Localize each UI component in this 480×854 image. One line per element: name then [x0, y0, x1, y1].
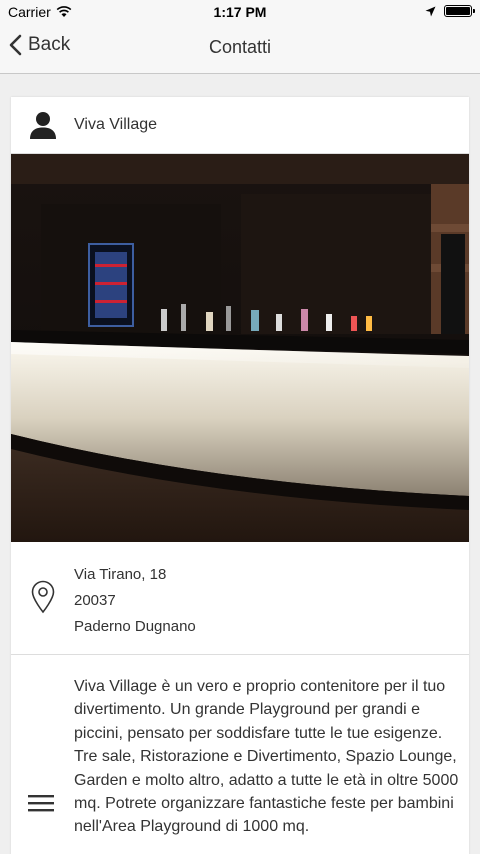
address-city: Paderno Dugnano — [74, 618, 196, 635]
person-icon — [30, 112, 56, 139]
address-street: Via Tirano, 18 — [74, 566, 167, 583]
contact-name-row: Viva Village — [11, 97, 469, 154]
contact-name: Viva Village — [74, 116, 158, 133]
status-right — [425, 5, 475, 17]
address-block: Via Tirano, 18 20037 Paderno Dugnano — [74, 562, 196, 640]
navigation-bar: Back Contatti — [0, 24, 480, 74]
contact-card: Viva Village Via Tirano, 18 20037 Padern… — [11, 97, 469, 854]
description-row: Viva Village è un vero e proprio conteni… — [11, 655, 469, 854]
address-row[interactable]: Via Tirano, 18 20037 Paderno Dugnano — [11, 542, 469, 655]
venue-photo — [11, 154, 469, 542]
status-bar: Carrier 1:17 PM — [0, 0, 480, 24]
description-text: Viva Village è un vero e proprio conteni… — [74, 678, 459, 836]
menu-lines-icon — [28, 795, 54, 812]
status-time: 1:17 PM — [213, 4, 267, 20]
address-postal-code: 20037 — [74, 592, 116, 609]
battery-icon — [444, 5, 475, 17]
map-pin-icon — [31, 580, 55, 614]
location-arrow-icon — [425, 6, 436, 16]
page-title: Contatti — [208, 37, 272, 57]
